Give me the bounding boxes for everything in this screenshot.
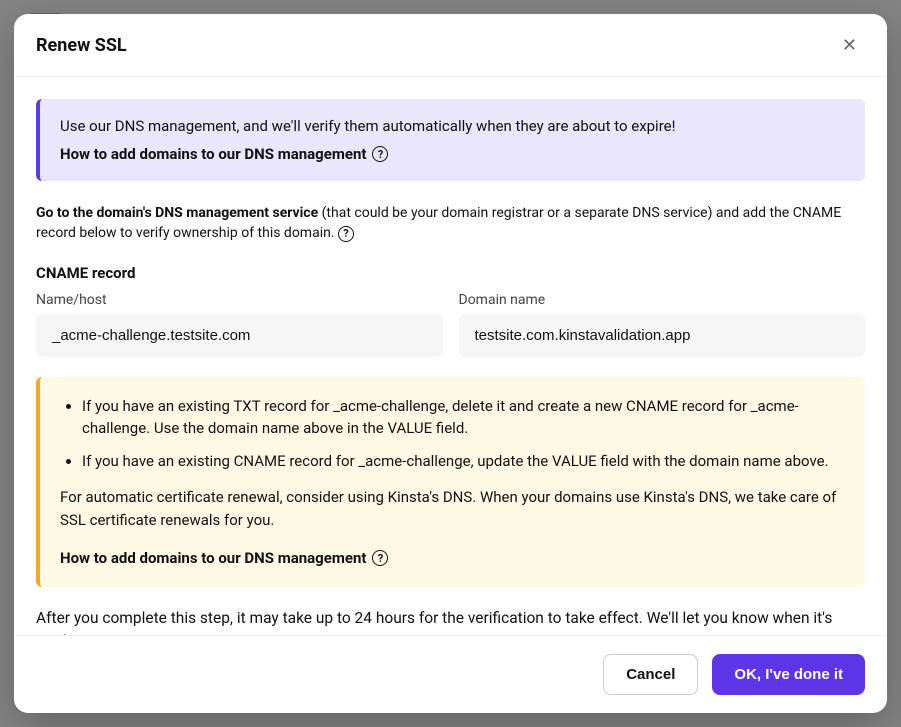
domain-name-field: Domain name [459,292,866,357]
modal-title: Renew SSL [36,35,127,56]
list-item: If you have an existing CNAME record for… [82,450,845,473]
dns-instructions: Go to the domain's DNS management servic… [36,203,865,244]
help-icon[interactable]: ? [338,226,354,242]
domain-name-label: Domain name [459,292,866,308]
callout-yellow-list: If you have an existing TXT record for _… [60,395,845,473]
instructions-strong: Go to the domain's DNS management servic… [36,205,318,221]
close-icon: ✕ [842,35,857,55]
final-note: After you complete this step, it may tak… [36,607,865,635]
cname-section-label: CNAME record [36,264,865,282]
name-host-input[interactable] [36,314,443,357]
help-icon: ? [372,146,388,162]
renew-ssl-modal: Renew SSL ✕ Use our DNS management, and … [14,14,887,713]
close-button[interactable]: ✕ [834,32,865,58]
list-item: If you have an existing TXT record for _… [82,395,845,440]
confirm-button[interactable]: OK, I've done it [712,654,865,695]
dns-management-link[interactable]: How to add domains to our DNS management… [60,145,388,163]
callout-yellow-paragraph: For automatic certificate renewal, consi… [60,486,845,531]
modal-footer: Cancel OK, I've done it [14,635,887,713]
cancel-button[interactable]: Cancel [603,654,698,695]
cname-field-row: Name/host Domain name [36,292,865,357]
dns-management-link[interactable]: How to add domains to our DNS management… [60,549,388,567]
help-icon: ? [372,550,388,566]
domain-name-input[interactable] [459,314,866,357]
name-host-field: Name/host [36,292,443,357]
callout-purple-link-text: How to add domains to our DNS management [60,145,366,163]
modal-body: Use our DNS management, and we'll verify… [14,77,887,635]
modal-header: Renew SSL ✕ [14,14,887,77]
name-host-label: Name/host [36,292,443,308]
instructions-callout-yellow: If you have an existing TXT record for _… [36,377,865,588]
callout-yellow-link-text: How to add domains to our DNS management [60,549,366,567]
dns-callout-purple: Use our DNS management, and we'll verify… [36,99,865,181]
callout-purple-text: Use our DNS management, and we'll verify… [60,117,845,135]
